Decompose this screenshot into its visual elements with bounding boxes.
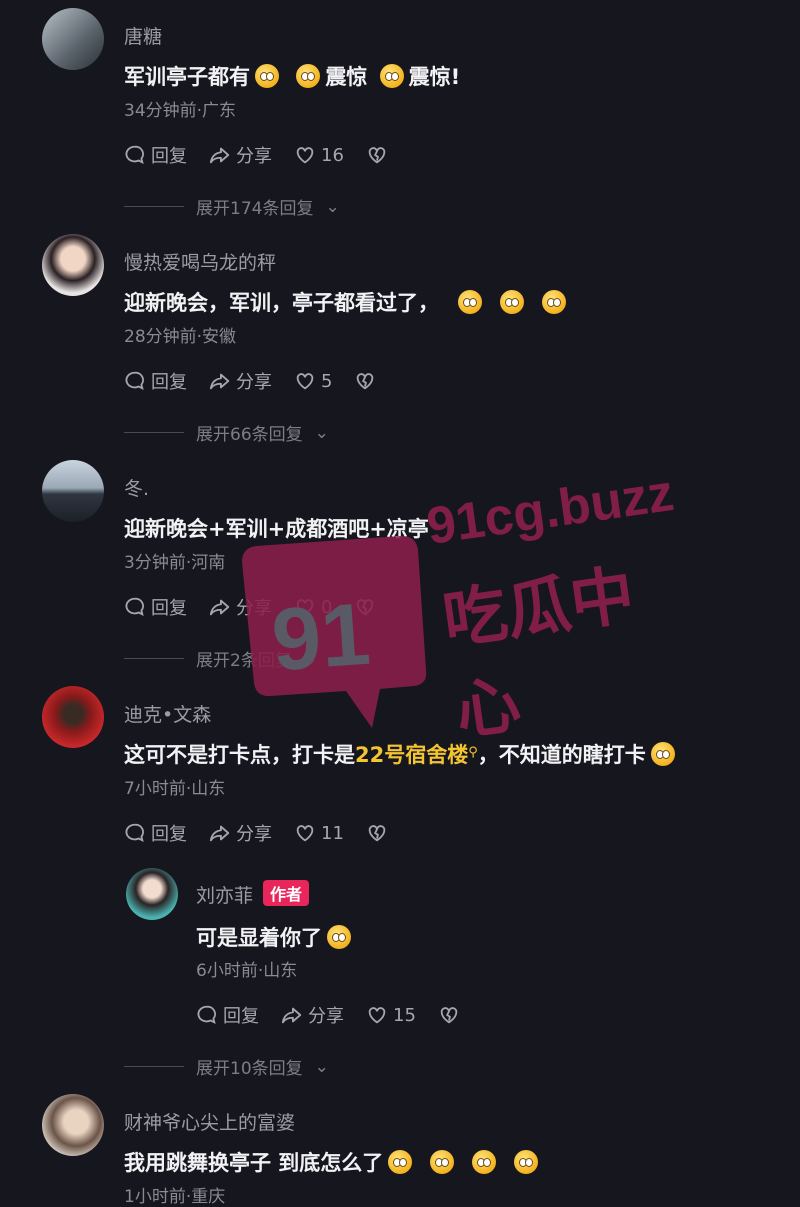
reply-button[interactable]: 回复	[124, 368, 187, 394]
comment-meta: 3分钟前·河南	[124, 553, 226, 573]
emoji-icon	[388, 1150, 413, 1174]
like-button[interactable]: 16	[294, 144, 344, 166]
emoji-icon	[514, 1150, 539, 1174]
comment-text: 军训亭子都有 震惊 震惊!	[124, 64, 461, 89]
comment-meta: 6小时前·山东	[196, 961, 298, 981]
like-button[interactable]: 5	[294, 370, 332, 392]
chevron-down-icon: ⌄	[325, 196, 340, 217]
emoji-icon	[296, 64, 321, 88]
emoji-icon	[327, 925, 351, 949]
emoji-icon	[458, 290, 482, 314]
reply-button[interactable]: 回复	[124, 820, 187, 846]
comment-bubble-icon	[125, 597, 144, 617]
chevron-down-icon: ⌄	[314, 1056, 329, 1077]
username[interactable]: 迪克•文森	[124, 700, 211, 727]
heart-icon	[296, 825, 314, 842]
author-badge: 作者	[263, 880, 310, 906]
dislike-button[interactable]	[354, 370, 376, 392]
reply-button[interactable]: 回复	[124, 594, 187, 620]
share-button[interactable]: 分享	[209, 368, 272, 394]
username[interactable]: 财神爷心尖上的富婆	[124, 1108, 295, 1135]
avatar[interactable]	[42, 234, 104, 296]
comment-bubble-icon	[125, 145, 144, 165]
comment-text: 我用跳舞换亭子 到底怎么了	[124, 1147, 543, 1177]
comment-text: 迎新晚会，军训，亭子都看过了，	[124, 287, 571, 317]
avatar[interactable]	[42, 686, 104, 748]
username[interactable]: 冬.	[124, 474, 149, 501]
like-button[interactable]: 15	[366, 1004, 416, 1026]
comment-bubble-icon	[125, 823, 144, 843]
broken-heart-icon	[368, 147, 386, 164]
comment-text: 可是显着你了	[196, 922, 356, 952]
heart-icon	[296, 599, 314, 616]
broken-heart-icon	[440, 1007, 458, 1024]
comment-meta: 7小时前·山东	[124, 779, 226, 799]
comment-actions: 回复 分享 0	[124, 594, 376, 620]
like-button[interactable]: 0	[294, 596, 332, 618]
chevron-down-icon: ⌄	[303, 648, 319, 669]
comment-text: 迎新晚会+军训+成都酒吧+凉亭	[124, 517, 429, 541]
like-button[interactable]: 11	[294, 822, 344, 844]
expand-replies[interactable]: 展开66条回复 ⌄	[124, 420, 329, 445]
reply-button[interactable]: 回复	[124, 142, 187, 168]
emoji-icon	[542, 290, 566, 314]
avatar[interactable]	[126, 868, 178, 920]
expand-replies[interactable]: 展开10条回复 ⌄	[124, 1054, 329, 1079]
emoji-icon	[650, 742, 675, 766]
dislike-button[interactable]	[366, 822, 388, 844]
share-icon	[209, 373, 230, 390]
emoji-icon	[430, 1150, 455, 1174]
dislike-button[interactable]	[438, 1004, 460, 1026]
expand-replies[interactable]: 展开2条回复 ⌄	[124, 646, 318, 671]
watermark-domain: 91cg.buzz	[423, 463, 678, 557]
heart-icon	[296, 373, 314, 390]
comment-bubble-icon	[197, 1005, 216, 1025]
comment-bubble-icon	[125, 371, 144, 391]
share-icon	[281, 1007, 302, 1024]
emoji-icon	[255, 64, 279, 88]
location-link[interactable]: 22号宿舍楼	[355, 743, 468, 767]
comment-text: 这可不是打卡点，打卡是22号宿舍楼⚲，不知道的瞎打卡	[124, 739, 680, 769]
comment-actions: 回复 分享 5	[124, 368, 376, 394]
avatar[interactable]	[42, 460, 104, 522]
dislike-button[interactable]	[366, 144, 388, 166]
comment-meta: 34分钟前·广东	[124, 101, 237, 121]
broken-heart-icon	[357, 373, 374, 390]
broken-heart-icon	[357, 599, 374, 616]
heart-icon	[296, 147, 314, 164]
share-button[interactable]: 分享	[209, 594, 272, 620]
comment-actions: 回复 分享 11	[124, 820, 388, 846]
chevron-down-icon: ⌄	[314, 422, 329, 443]
emoji-icon	[472, 1150, 497, 1174]
share-icon	[209, 147, 230, 164]
dislike-button[interactable]	[354, 596, 376, 618]
emoji-icon	[379, 64, 404, 88]
heart-icon	[368, 1007, 386, 1024]
comment-meta: 28分钟前·安徽	[124, 327, 237, 347]
broken-heart-icon	[368, 825, 386, 842]
share-button[interactable]: 分享	[281, 1002, 344, 1028]
comment-meta: 1小时前·重庆	[124, 1187, 226, 1207]
avatar[interactable]	[42, 1094, 104, 1156]
watermark-name: 吃瓜中心	[438, 558, 639, 750]
comment-actions: 回复 分享 16	[124, 142, 388, 168]
share-button[interactable]: 分享	[209, 820, 272, 846]
share-button[interactable]: 分享	[209, 142, 272, 168]
username-text[interactable]: 刘亦菲	[196, 885, 253, 907]
expand-replies[interactable]: 展开174条回复 ⌄	[124, 194, 340, 219]
username: 刘亦菲 作者	[196, 880, 310, 908]
avatar[interactable]	[42, 8, 104, 70]
share-icon	[209, 599, 230, 616]
share-icon	[209, 825, 230, 842]
search-icon: ⚲	[468, 745, 478, 760]
reply-button[interactable]: 回复	[196, 1002, 259, 1028]
username[interactable]: 唐糖	[124, 22, 162, 49]
emoji-icon	[500, 290, 524, 314]
username[interactable]: 慢热爱喝乌龙的秤	[124, 248, 276, 275]
comment-actions: 回复 分享 15	[196, 1002, 460, 1028]
